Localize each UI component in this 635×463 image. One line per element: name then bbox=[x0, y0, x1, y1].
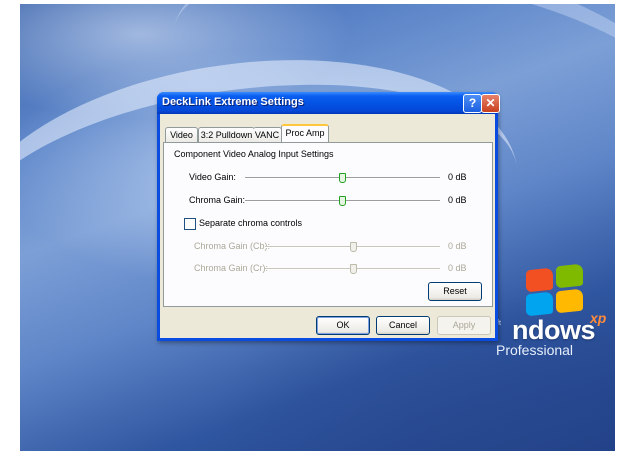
dialog-body: Video 3:2 Pulldown VANC Proc Amp Compone… bbox=[160, 114, 495, 338]
reset-button[interactable]: Reset bbox=[428, 282, 482, 301]
video-gain-value: 0 dB bbox=[448, 172, 467, 182]
close-button[interactable]: ✕ bbox=[481, 94, 500, 113]
chroma-gain-value: 0 dB bbox=[448, 195, 467, 205]
chroma-cb-label: Chroma Gain (Cb): bbox=[194, 241, 271, 251]
logo-edition: Professional bbox=[496, 342, 574, 358]
chroma-cr-thumb[interactable] bbox=[350, 264, 357, 274]
proc-amp-panel: Component Video Analog Input Settings Vi… bbox=[163, 142, 493, 307]
chroma-cb-value: 0 dB bbox=[448, 241, 467, 251]
logo-superscript: xp bbox=[590, 310, 607, 326]
settings-dialog: DeckLink Extreme Settings ? ✕ Video 3:2 … bbox=[157, 92, 500, 341]
tab-pulldown[interactable]: 3:2 Pulldown bbox=[198, 127, 255, 142]
chroma-cb-thumb[interactable] bbox=[350, 242, 357, 252]
apply-button: Apply bbox=[437, 316, 491, 335]
help-button[interactable]: ? bbox=[463, 94, 482, 113]
separate-chroma-label[interactable]: Separate chroma controls bbox=[199, 218, 302, 228]
window-title: DeckLink Extreme Settings bbox=[162, 96, 304, 108]
video-gain-label: Video Gain: bbox=[189, 172, 236, 182]
title-bar[interactable]: DeckLink Extreme Settings ? ✕ bbox=[157, 92, 500, 114]
windows-flag-icon bbox=[524, 263, 588, 317]
chroma-gain-label: Chroma Gain: bbox=[189, 195, 246, 205]
tab-proc-amp[interactable]: Proc Amp bbox=[281, 124, 329, 142]
chroma-cr-value: 0 dB bbox=[448, 263, 467, 273]
group-label: Component Video Analog Input Settings bbox=[174, 149, 334, 159]
tab-video[interactable]: Video bbox=[165, 127, 198, 142]
separate-chroma-checkbox[interactable] bbox=[184, 218, 196, 230]
video-gain-thumb[interactable] bbox=[339, 173, 346, 183]
ok-button[interactable]: OK bbox=[316, 316, 370, 335]
cancel-button[interactable]: Cancel bbox=[376, 316, 430, 335]
chroma-gain-thumb[interactable] bbox=[339, 196, 346, 206]
tab-vanc[interactable]: VANC bbox=[253, 127, 282, 142]
chroma-cr-label: Chroma Gain (Cr): bbox=[194, 263, 269, 273]
